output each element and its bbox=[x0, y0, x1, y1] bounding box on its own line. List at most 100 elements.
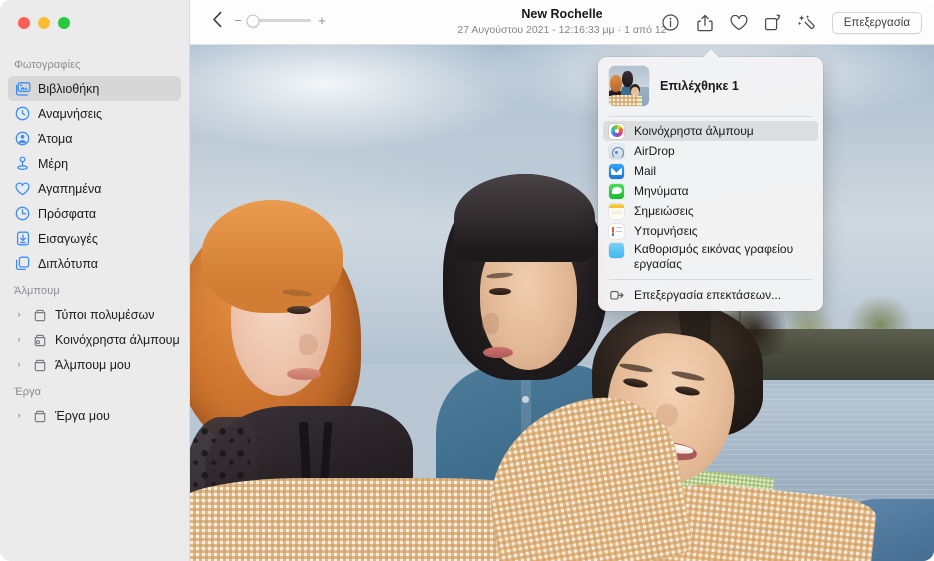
sidebar-item-label: Εισαγωγές bbox=[38, 231, 98, 246]
heart-icon bbox=[730, 14, 748, 31]
share-option-label: Mail bbox=[634, 163, 657, 178]
sidebar-item-people[interactable]: Άτομα bbox=[8, 126, 181, 151]
photo-person2-nose bbox=[481, 313, 500, 334]
sidebar-item-media-types[interactable]: › Τύποι πολυμέσων bbox=[8, 302, 181, 327]
chevron-right-icon[interactable]: › bbox=[14, 335, 24, 344]
sidebar-section-projects-title: Έργα bbox=[14, 386, 42, 398]
notes-app-icon bbox=[609, 203, 624, 219]
photo-person1-lips bbox=[286, 367, 321, 380]
chevron-left-icon bbox=[212, 11, 223, 33]
photo-person1-bangs bbox=[201, 199, 343, 314]
share-option-notes[interactable]: Σημειώσεις bbox=[603, 201, 818, 221]
sidebar-item-label: Διπλότυπα bbox=[38, 256, 99, 271]
share-option-label: Υπομνήσεις bbox=[634, 223, 698, 238]
mail-app-icon bbox=[609, 163, 624, 179]
share-option-reminders[interactable]: Υπομνήσεις bbox=[603, 221, 818, 241]
sidebar-item-shared-albums[interactable]: › Κοινόχρηστα άλμπουμ bbox=[8, 327, 181, 352]
album-icon bbox=[31, 358, 48, 372]
sidebar-scroll-area[interactable]: Φωτογραφίες Βιβλιοθήκη Αναμνήσεις Άτομα bbox=[0, 50, 189, 561]
popover-header: Επιλέχθηκε 1 bbox=[598, 57, 823, 115]
sidebar-item-recents[interactable]: Πρόσφατα bbox=[8, 201, 181, 226]
sidebar-item-label: Μέρη bbox=[38, 156, 69, 171]
library-icon bbox=[14, 81, 31, 96]
album-icon bbox=[31, 308, 48, 322]
auto-enhance-button[interactable] bbox=[790, 8, 824, 38]
edit-button[interactable]: Επεξεργασία bbox=[831, 11, 922, 34]
clock-icon bbox=[14, 206, 31, 221]
airdrop-icon bbox=[609, 143, 624, 159]
sidebar-item-label: Έργα μου bbox=[55, 408, 110, 423]
share-option-messages[interactable]: Μηνύματα bbox=[603, 181, 818, 201]
rotate-button[interactable] bbox=[756, 8, 790, 38]
sidebar-item-memories[interactable]: Αναμνήσεις bbox=[8, 101, 181, 126]
sidebar-item-duplicates[interactable]: Διπλότυπα bbox=[8, 251, 181, 276]
photo-person1-eye bbox=[286, 305, 311, 314]
sidebar-item-label: Άτομα bbox=[38, 131, 73, 146]
share-option-airdrop[interactable]: AirDrop bbox=[603, 141, 818, 161]
back-button[interactable] bbox=[206, 11, 228, 33]
selected-photo-thumbnail bbox=[609, 66, 649, 106]
thumbnail-tan-shirt bbox=[609, 94, 639, 106]
rotate-icon bbox=[764, 14, 782, 31]
auto-enhance-icon bbox=[797, 14, 816, 32]
sidebar-item-my-albums[interactable]: › Άλμπουμ μου bbox=[8, 352, 181, 377]
zoom-slider[interactable]: − + bbox=[234, 14, 326, 27]
sidebar-item-label: Τύποι πολυμέσων bbox=[55, 307, 155, 322]
share-option-label: Κοινόχρηστα άλμπουμ bbox=[634, 123, 754, 138]
album-icon bbox=[31, 409, 48, 423]
sidebar-item-label: Άλμπουμ μου bbox=[55, 357, 131, 372]
photo-person2-lips bbox=[483, 346, 513, 359]
messages-app-icon bbox=[609, 183, 624, 199]
photos-window: Φωτογραφίες Βιβλιοθήκη Αναμνήσεις Άτομα bbox=[0, 0, 934, 561]
sidebar-item-my-projects[interactable]: › Έργα μου bbox=[8, 403, 181, 428]
close-button[interactable] bbox=[18, 17, 30, 29]
sidebar-item-label: Πρόσφατα bbox=[38, 206, 97, 221]
extensions-icon bbox=[609, 288, 624, 303]
sidebar-item-label: Κοινόχρηστα άλμπουμ bbox=[55, 332, 180, 347]
sidebar-item-places[interactable]: Μέρη bbox=[8, 151, 181, 176]
favorite-button[interactable] bbox=[722, 8, 756, 38]
info-button[interactable] bbox=[654, 8, 688, 38]
edit-extensions-item[interactable]: Επεξεργασία επεκτάσεων... bbox=[603, 285, 818, 305]
sidebar-item-imports[interactable]: Εισαγωγές bbox=[8, 226, 181, 251]
popover-arrow bbox=[702, 49, 720, 58]
sidebar-item-library[interactable]: Βιβλιοθήκη bbox=[8, 76, 181, 101]
zoom-slider-track[interactable] bbox=[246, 14, 311, 27]
thumbnail-person1-hair bbox=[609, 74, 622, 93]
toolbar: − + New Rochelle 27 Αυγούστου 2021 - 12:… bbox=[190, 0, 934, 45]
share-option-shared-albums[interactable]: Κοινόχρηστα άλμπουμ bbox=[603, 121, 818, 141]
desktop-picture-icon bbox=[609, 243, 624, 258]
shared-album-icon bbox=[31, 333, 48, 347]
zoom-slider-knob[interactable] bbox=[246, 14, 260, 27]
chevron-right-icon[interactable]: › bbox=[14, 360, 24, 369]
popover-divider-bottom bbox=[609, 279, 812, 280]
zoom-out-label[interactable]: − bbox=[234, 14, 242, 27]
reminders-app-icon bbox=[609, 223, 624, 239]
share-icon bbox=[697, 14, 713, 32]
places-icon bbox=[14, 156, 31, 171]
minimize-button[interactable] bbox=[38, 17, 50, 29]
zoom-button[interactable] bbox=[58, 17, 70, 29]
heart-icon bbox=[14, 182, 31, 196]
traffic-lights bbox=[18, 17, 70, 29]
sidebar-item-label: Αγαπημένα bbox=[38, 181, 102, 196]
share-option-label: Μηνύματα bbox=[634, 183, 689, 198]
share-option-desktop-picture[interactable]: Καθορισμός εικόνας γραφείου εργασίας bbox=[603, 241, 818, 274]
duplicates-icon bbox=[14, 256, 31, 271]
photo-person2-bangs bbox=[454, 174, 596, 262]
zoom-in-label[interactable]: + bbox=[318, 14, 326, 27]
share-button[interactable] bbox=[688, 8, 722, 38]
sidebar-item-label: Βιβλιοθήκη bbox=[38, 81, 100, 96]
metadata-separator: · bbox=[617, 24, 622, 36]
share-popover[interactable]: Επιλέχθηκε 1 Κοινόχρηστα άλμπουμ AirDrop… bbox=[598, 57, 823, 311]
photos-app-icon bbox=[609, 123, 624, 139]
share-option-mail[interactable]: Mail bbox=[603, 161, 818, 181]
info-icon bbox=[662, 14, 679, 31]
sidebar-section-photos-title: Φωτογραφίες bbox=[14, 59, 81, 71]
sidebar-item-favorites[interactable]: Αγαπημένα bbox=[8, 176, 181, 201]
share-option-label: Σημειώσεις bbox=[634, 203, 694, 218]
photo-person1-nose bbox=[298, 333, 318, 355]
chevron-right-icon[interactable]: › bbox=[14, 310, 24, 319]
import-icon bbox=[14, 231, 31, 246]
chevron-right-icon[interactable]: › bbox=[14, 411, 24, 420]
